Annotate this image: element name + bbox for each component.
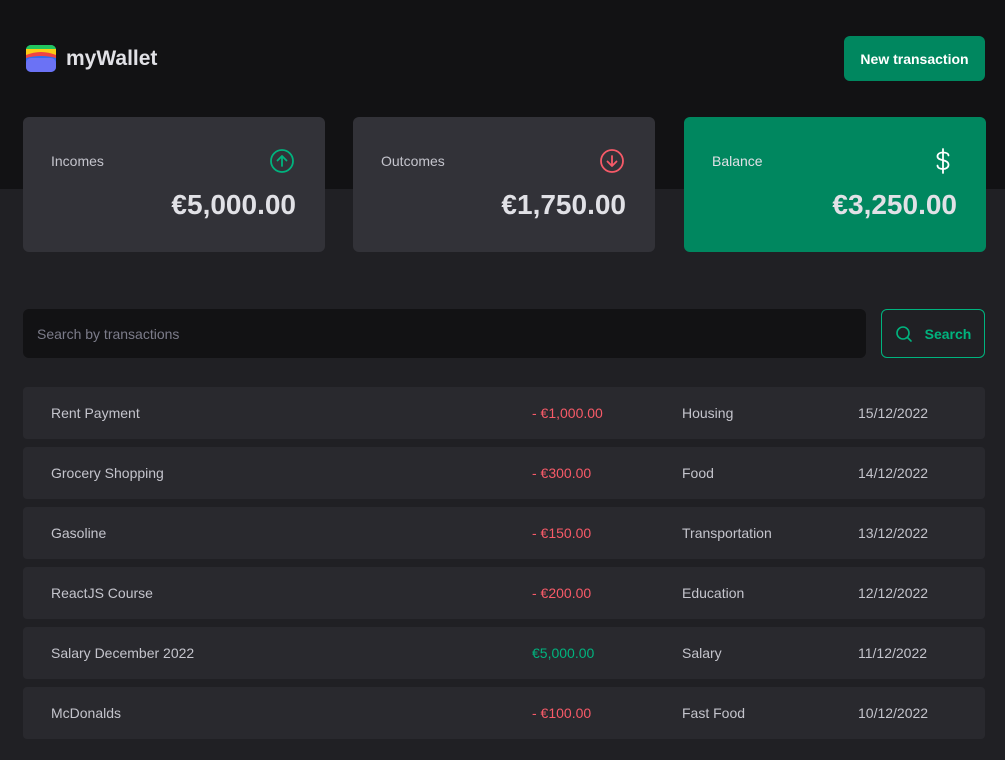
search-input[interactable] [23,309,866,358]
transaction-date: 11/12/2022 [858,645,928,661]
transaction-category: Food [682,465,714,481]
wallet-logo-icon [26,45,56,72]
balance-value: €3,250.00 [832,189,957,220]
search-button[interactable]: Search [881,309,985,358]
transaction-amount: - €200.00 [532,585,592,601]
balance-label: Balance [712,153,763,169]
transaction-amount: €5,000.00 [532,645,595,661]
transaction-description: Salary December 2022 [51,645,195,661]
brand: myWallet [26,45,157,72]
transaction-amount: - €150.00 [532,525,592,541]
table-row[interactable]: Salary December 2022 €5,000.00 Salary 11… [23,627,985,679]
transaction-description: Grocery Shopping [51,465,164,481]
app-name: myWallet [66,46,158,70]
transaction-description: Rent Payment [51,405,140,421]
outcomes-label: Outcomes [381,153,445,169]
transaction-category: Salary [682,645,722,661]
incomes-card: Incomes €5,000.00 [23,117,325,252]
search-button-label: Search [924,325,972,342]
transaction-amount: - €100.00 [532,705,592,721]
transaction-description: ReactJS Course [51,585,153,601]
search-icon [895,325,912,342]
table-row[interactable]: Gasoline - €150.00 Transportation 13/12/… [23,507,985,559]
incomes-label: Incomes [51,153,104,169]
transaction-description: Gasoline [51,525,107,541]
transaction-category: Housing [682,405,734,421]
transaction-description: McDonalds [51,705,122,721]
transaction-category: Education [682,585,745,601]
new-transaction-button[interactable]: New transaction [844,36,985,81]
table-row[interactable]: ReactJS Course - €200.00 Education 12/12… [23,567,985,619]
table-row[interactable]: Rent Payment - €1,000.00 Housing 15/12/2… [23,387,985,439]
dollar-icon [936,148,950,174]
transactions-list: Rent Payment - €1,000.00 Housing 15/12/2… [23,387,985,747]
outcomes-value: €1,750.00 [501,189,626,220]
table-row[interactable]: Grocery Shopping - €300.00 Food 14/12/20… [23,447,985,499]
transaction-date: 14/12/2022 [858,465,929,481]
outcomes-card: Outcomes €1,750.00 [353,117,655,252]
transaction-date: 10/12/2022 [858,705,929,721]
incomes-value: €5,000.00 [171,189,296,220]
transaction-date: 12/12/2022 [858,585,929,601]
transaction-amount: - €1,000.00 [532,405,603,421]
table-row[interactable]: McDonalds - €100.00 Fast Food 10/12/2022 [23,687,985,739]
transaction-amount: - €300.00 [532,465,592,481]
transaction-category: Fast Food [682,705,746,721]
transaction-category: Transportation [682,525,772,541]
balance-card: Balance €3,250.00 [684,117,986,252]
arrow-circle-down-icon [600,149,624,173]
transaction-date: 15/12/2022 [858,405,929,421]
transaction-date: 13/12/2022 [858,525,929,541]
arrow-circle-up-icon [270,149,294,173]
